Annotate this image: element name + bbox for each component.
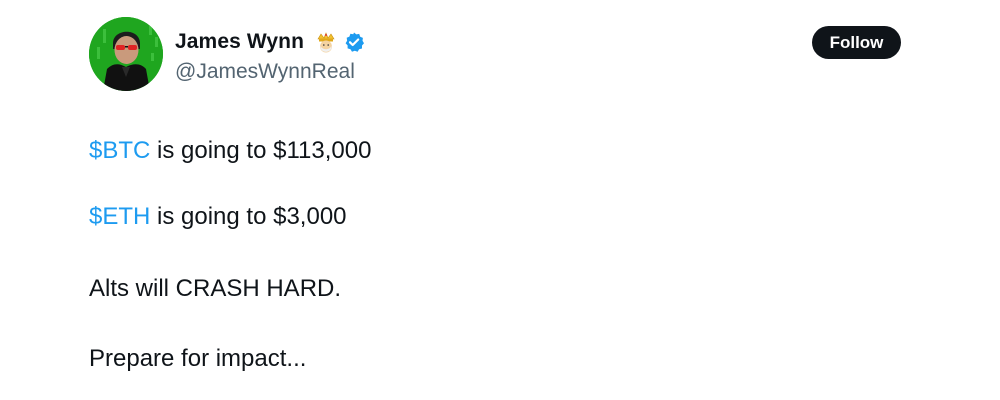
king-emoji-icon xyxy=(314,30,338,54)
author-handle[interactable]: @JamesWynnReal xyxy=(175,60,355,84)
tweet-line-eth: $ETH is going to $3,000 xyxy=(89,203,347,231)
cashtag-btc-link[interactable]: $BTC xyxy=(89,137,150,164)
verified-badge-icon xyxy=(343,31,365,53)
author-display-name[interactable]: James Wynn xyxy=(175,30,304,54)
cashtag-eth-link[interactable]: $ETH xyxy=(89,203,150,230)
tweet-line-alts: Alts will CRASH HARD. xyxy=(89,275,342,302)
matrix-avatar-icon xyxy=(89,17,163,91)
tweet-text: is going to $113,000 xyxy=(150,137,372,164)
tweet-line-impact: Prepare for impact... xyxy=(89,345,307,372)
tweet-text: is going to $3,000 xyxy=(150,203,347,230)
author-name-row: James Wynn xyxy=(175,29,365,55)
follow-button[interactable]: Follow xyxy=(812,26,901,59)
avatar[interactable] xyxy=(89,17,163,91)
tweet-line-btc: $BTC is going to $113,000 xyxy=(89,137,371,165)
tweet-card: James Wynn @JamesWynnReal Follow $BTC is… xyxy=(0,0,1000,400)
